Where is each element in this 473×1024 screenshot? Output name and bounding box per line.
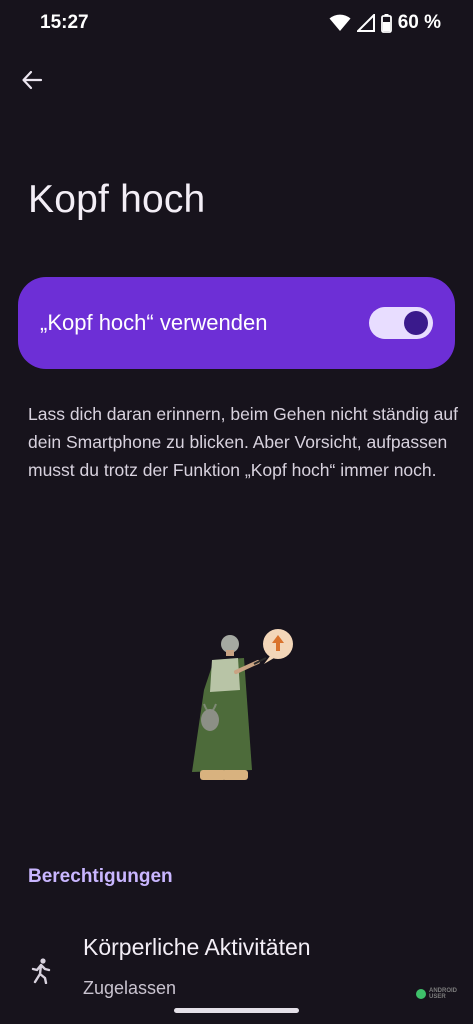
feature-description: Lass dich daran erinnern, beim Gehen nic… [28,404,458,480]
page-title: Kopf hoch [28,178,206,221]
battery-icon [380,13,392,33]
status-bar: 15:27 60 % [0,0,473,48]
watermark-line2: USER [429,994,446,1000]
battery-percent: 60 % [397,12,441,33]
main-switch-card[interactable]: „Kopf hoch“ verwenden [18,277,455,369]
wifi-icon [329,14,351,31]
permission-status: Zugelassen [83,978,177,998]
gesture-navigation-handle[interactable] [174,1008,299,1013]
arrow-back-icon [22,70,43,90]
android-user-logo-icon [416,989,426,999]
main-switch-toggle[interactable] [369,307,433,339]
permission-title: Körperliche Aktivitäten [83,934,311,960]
main-switch-label: „Kopf hoch“ verwenden [40,310,268,335]
status-icons: 60 % [329,12,441,34]
toggle-thumb [404,311,428,335]
watermark-logo: ANDROID USER [416,988,457,1000]
permissions-section-header: Berechtigungen [28,866,173,887]
status-time: 15:27 [40,12,89,33]
walking-icon [31,958,51,984]
signal-icon [356,14,375,32]
person-walking-with-phone-illustration [192,629,293,780]
back-button[interactable] [14,62,50,98]
